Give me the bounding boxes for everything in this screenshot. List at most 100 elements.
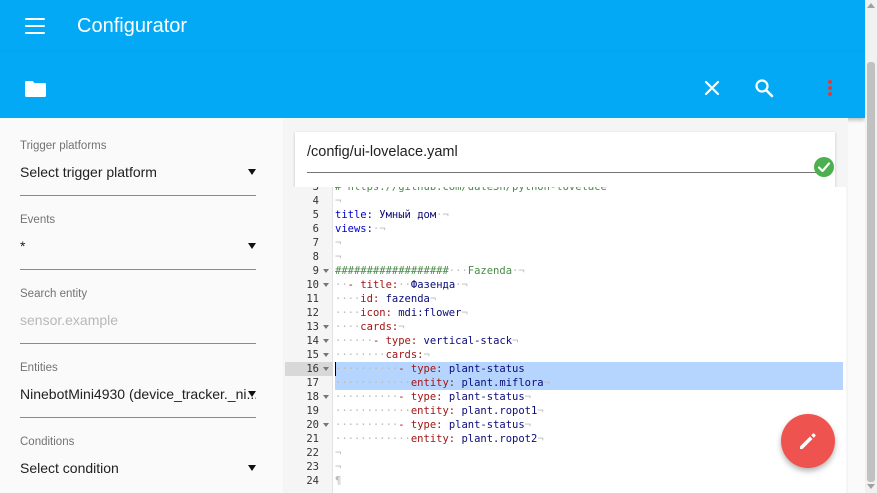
line-number: 11	[306, 293, 319, 305]
line-number: 19	[306, 405, 319, 417]
search-entity-field[interactable]: Search entity sensor.example	[20, 288, 256, 344]
code-line[interactable]: 18 ··········- type: plant-status¬	[285, 390, 846, 404]
folder-icon[interactable]	[25, 81, 46, 97]
code-line[interactable]: 12 ····icon: mdi:flower¬	[285, 306, 846, 320]
close-icon	[704, 80, 720, 96]
code-text: ············entity: plant.ropot2¬	[335, 433, 544, 445]
code-text: ············entity: plant.ropot1¬	[335, 405, 544, 417]
code-line[interactable]: 11 ····id: fazenda¬	[285, 292, 846, 306]
code-text: ¬	[335, 237, 342, 249]
code-line[interactable]: 10 ··- title:··Фазенда·¬	[285, 278, 846, 292]
dropdown-arrow-icon	[248, 391, 256, 397]
code-text: views:·¬	[335, 223, 386, 235]
fold-arrow-icon[interactable]	[323, 325, 329, 329]
code-line[interactable]: 24 ¶	[285, 474, 846, 488]
search-entity-label: Search entity	[20, 288, 88, 300]
code-text: ····icon: mdi:flower¬	[335, 307, 468, 319]
line-number: 6	[312, 223, 319, 235]
code-line[interactable]: 20 ··········- type: plant-status¬	[285, 418, 846, 432]
code-text: ··- title:··Фазенда·¬	[335, 279, 468, 291]
code-line[interactable]: 9 ##################···Fazenda·¬	[285, 264, 846, 278]
code-text: ····cards:¬	[335, 321, 405, 333]
search-icon	[755, 79, 774, 98]
code-line[interactable]: 16 ··········- type: plant-status	[285, 362, 846, 376]
app-title: Configurator	[77, 14, 188, 37]
code-text: ··········- type: plant-status¬	[335, 391, 531, 403]
code-line[interactable]: 22 ¬	[285, 446, 846, 460]
code-text: ¬	[335, 251, 342, 263]
sidebar: Trigger platforms Select trigger platfor…	[0, 118, 283, 493]
code-line[interactable]: 13 ····cards:¬	[285, 320, 846, 334]
fold-arrow-icon[interactable]	[323, 339, 329, 343]
code-line[interactable]: 14 ······- type: vertical-stack¬	[285, 334, 846, 348]
events-label: Events	[20, 214, 56, 226]
code-text: ··········- type: plant-status¬	[335, 419, 531, 431]
conditions-value: Select condition	[20, 460, 119, 476]
code-text: ····id: fazenda¬	[335, 293, 437, 305]
code-text: ¬	[335, 195, 342, 207]
text-cursor	[335, 362, 336, 376]
page-scrollbar[interactable]	[865, 0, 877, 493]
events-select[interactable]: Events *	[20, 214, 256, 270]
file-path-input[interactable]: /config/ui-lovelace.yaml	[307, 144, 458, 160]
more-vert-icon	[828, 80, 832, 96]
code-line[interactable]: 3 # https://github.com/dale3h/python-love…	[285, 187, 846, 194]
check-circle-icon	[814, 157, 834, 177]
code-line[interactable]: 5 title: Умный дом·¬	[285, 208, 846, 222]
code-line[interactable]: 4 ¬	[285, 194, 846, 208]
code-text: title: Умный дом·¬	[335, 209, 449, 221]
code-text: ¬	[335, 447, 342, 459]
field-underline	[20, 417, 256, 418]
line-number: 23	[306, 461, 319, 473]
code-text: ¶	[335, 475, 342, 487]
line-number: 3	[312, 187, 319, 193]
toolbar	[0, 52, 865, 118]
fold-arrow-icon[interactable]	[323, 353, 329, 357]
line-number: 17	[306, 377, 319, 389]
fold-arrow-icon[interactable]	[323, 367, 329, 371]
field-underline	[20, 195, 256, 196]
code-line[interactable]: 19 ············entity: plant.ropot1¬	[285, 404, 846, 418]
code-line[interactable]: 17 ············entity: plant.miflora¬	[285, 376, 846, 390]
line-number: 21	[306, 433, 319, 445]
line-number: 12	[306, 307, 319, 319]
menu-icon[interactable]	[25, 18, 45, 34]
scroll-up-arrow-icon[interactable]	[867, 3, 875, 8]
entities-value: NinebotMini4930 (device_tracker._ni...	[20, 386, 256, 402]
code-line[interactable]: 21 ············entity: plant.ropot2¬	[285, 432, 846, 446]
edit-fab-button[interactable]	[781, 414, 835, 468]
code-line[interactable]: 8 ¬	[285, 250, 846, 264]
trigger-platform-select[interactable]: Trigger platforms Select trigger platfor…	[20, 140, 256, 196]
file-path-card: /config/ui-lovelace.yaml	[295, 132, 835, 194]
fold-arrow-icon[interactable]	[323, 269, 329, 273]
entities-select[interactable]: Entities NinebotMini4930 (device_tracker…	[20, 362, 256, 418]
more-options-button[interactable]	[819, 77, 841, 99]
field-underline	[20, 343, 256, 344]
line-number: 4	[312, 195, 319, 207]
code-line[interactable]: 7 ¬	[285, 236, 846, 250]
code-text: ······- type: vertical-stack¬	[335, 335, 519, 347]
code-line[interactable]: 6 views:·¬	[285, 222, 846, 236]
code-line[interactable]: 23 ¬	[285, 460, 846, 474]
code-text: ##################···Fazenda·¬	[335, 265, 525, 277]
code-editor[interactable]: 3 # https://github.com/dale3h/python-love…	[285, 187, 846, 493]
conditions-label: Conditions	[20, 436, 75, 448]
field-underline	[307, 172, 823, 173]
search-entity-input[interactable]: sensor.example	[20, 312, 256, 332]
line-number: 24	[306, 475, 319, 487]
code-line[interactable]: 15 ········cards:¬	[285, 348, 846, 362]
dropdown-arrow-icon	[248, 169, 256, 175]
trigger-platform-value: Select trigger platform	[20, 164, 157, 180]
fold-arrow-icon[interactable]	[323, 395, 329, 399]
close-button[interactable]	[701, 77, 723, 99]
fold-arrow-icon[interactable]	[323, 283, 329, 287]
main-panel: /config/ui-lovelace.yaml 3 # https://gith…	[283, 118, 848, 493]
scrollbar-thumb[interactable]	[867, 62, 875, 482]
fold-arrow-icon[interactable]	[323, 423, 329, 427]
code-text: ············entity: plant.miflora¬	[335, 377, 550, 389]
scroll-down-arrow-icon[interactable]	[867, 484, 875, 489]
conditions-select[interactable]: Conditions Select condition	[20, 436, 256, 480]
events-value: *	[20, 238, 26, 254]
search-button[interactable]	[753, 77, 775, 99]
dropdown-arrow-icon	[248, 465, 256, 471]
